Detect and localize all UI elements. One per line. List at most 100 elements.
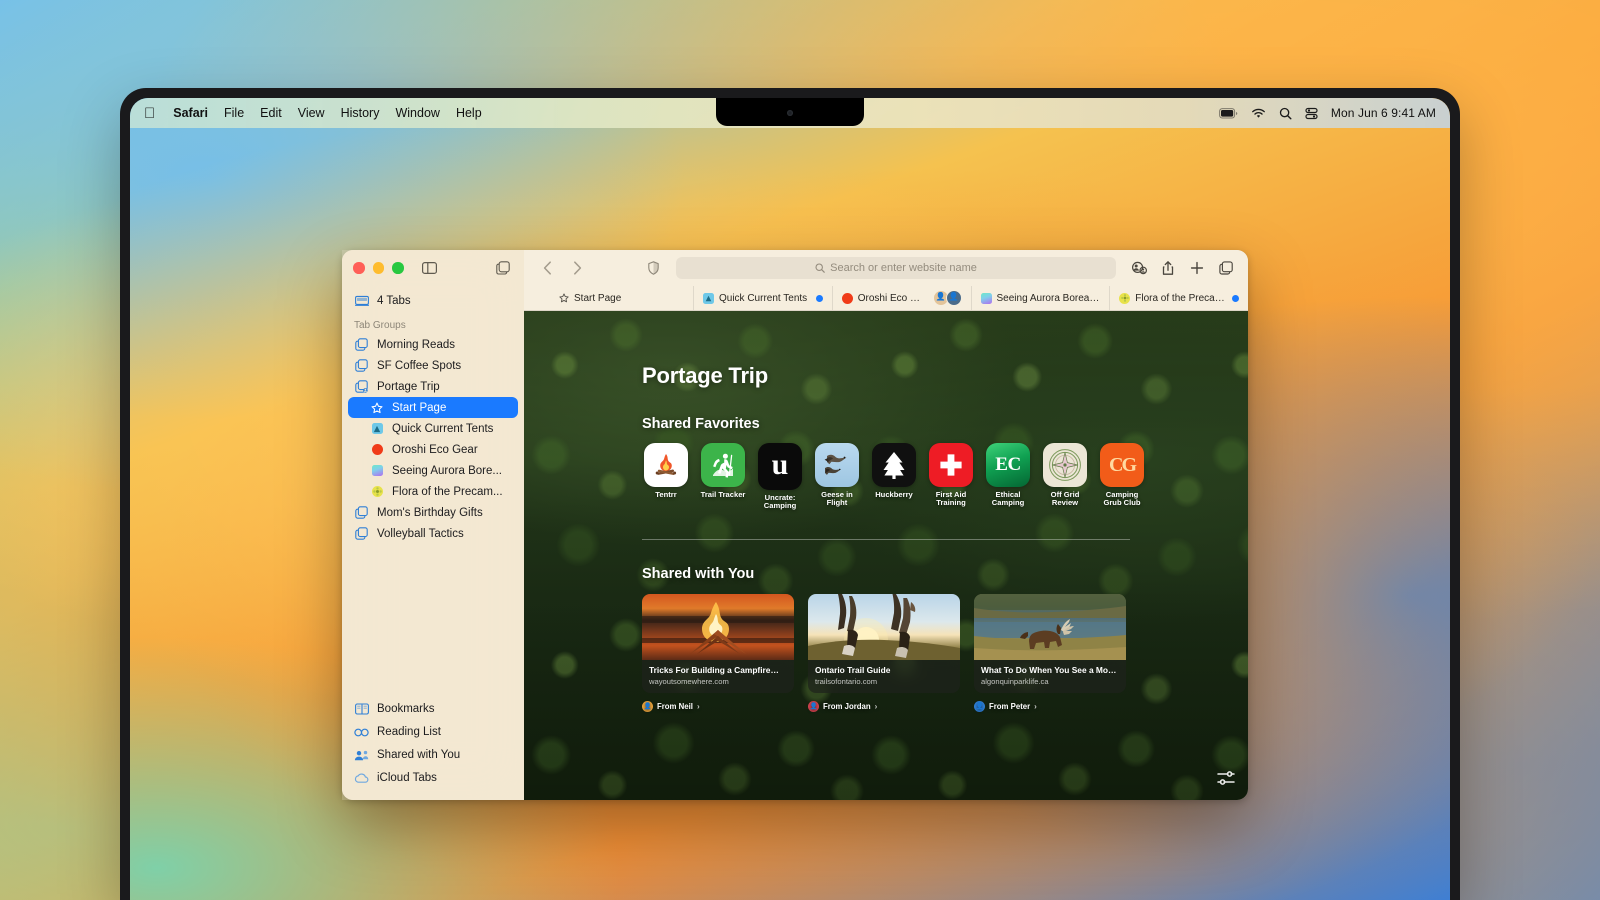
sender-label: From Jordan (823, 701, 871, 711)
sidebar-item-portage-trip[interactable]: Portage Trip (348, 376, 518, 397)
share-with-group-icon[interactable] (1128, 258, 1149, 279)
avatar: 👤 (974, 700, 985, 712)
shared-card-sender[interactable]: 👤 From Peter › (974, 700, 1126, 712)
menu-item-window[interactable]: Window (395, 106, 439, 120)
shared-with-you-list: Tricks For Building a Campfire—F... wayo… (642, 593, 1248, 712)
tab-oroshi-eco-gear[interactable]: Oroshi Eco Gear 👤 👤 (831, 286, 971, 310)
menu-item-view[interactable]: View (298, 106, 325, 120)
sidebar-item-moms-birthday-gifts[interactable]: Mom's Birthday Gifts (348, 502, 518, 523)
sidebar-toggle-icon[interactable] (420, 259, 440, 277)
favorite-label: Off Grid Review (1050, 490, 1080, 508)
chevron-right-icon: › (1034, 701, 1037, 711)
sidebar-item-sf-coffee-spots[interactable]: SF Coffee Spots (348, 355, 518, 376)
menu-item-edit[interactable]: Edit (260, 106, 282, 120)
shared-card-ontario-trail-guide[interactable]: Ontario Trail Guide trailsofontario.com … (808, 593, 960, 712)
sidebar-item-bookmarks[interactable]: Bookmarks (348, 698, 518, 720)
share-icon[interactable] (1157, 258, 1178, 279)
search-icon[interactable] (1279, 107, 1292, 120)
sidebar-item-label: Morning Reads (377, 338, 455, 351)
favorite-trail-tracker[interactable]: Trail Tracker (699, 443, 747, 511)
shared-card-url: trailsofontario.com (815, 676, 878, 686)
control-center-icon[interactable] (1305, 107, 1318, 120)
tab-group-shared-icon (354, 380, 369, 393)
tab-bar: Start Page Quick Current Tents Oroshi Ec… (524, 286, 1248, 311)
favicon-gradient (370, 465, 384, 476)
menu-item-help[interactable]: Help (456, 106, 482, 120)
sidebar-item-label: Shared with You (377, 749, 461, 761)
tab-label: Flora of the Precambi... (1135, 292, 1227, 304)
tab-label: Quick Current Tents (719, 292, 808, 304)
menu-item-safari[interactable]: Safari (173, 106, 208, 120)
new-tab-icon[interactable] (1186, 258, 1207, 279)
battery-icon[interactable] (1218, 107, 1238, 119)
facetime-camera (787, 110, 793, 116)
campfire-photo (642, 593, 794, 660)
avatar: 👤 (808, 700, 819, 712)
favorite-uncrate-camping[interactable]: u Uncrate: Camping (756, 443, 804, 511)
favorite-tentrr[interactable]: Tentrr (642, 443, 690, 511)
wifi-icon[interactable] (1251, 108, 1266, 119)
zoom-button[interactable] (392, 262, 404, 274)
forward-chevron-icon[interactable] (566, 257, 588, 279)
safari-toolbar: Search or enter website name (524, 250, 1248, 286)
favorite-off-grid-review[interactable]: Off Grid Review (1041, 443, 1089, 511)
elk-pond-photo (974, 593, 1126, 660)
letters-cg-icon: CG (1100, 443, 1144, 487)
address-bar[interactable]: Search or enter website name (676, 257, 1116, 279)
safari-sidebar: 4 Tabs Tab Groups Morning Reads SF Coffe… (342, 250, 524, 800)
letters-ec-icon: EC (986, 443, 1030, 487)
shared-card-title: What To Do When You See a Moo... (981, 664, 1119, 675)
menu-item-history[interactable]: History (341, 106, 380, 120)
sidebar-item-volleyball-tactics[interactable]: Volleyball Tactics (348, 523, 518, 544)
shared-card-campfire[interactable]: Tricks For Building a Campfire—F... wayo… (642, 593, 794, 712)
favorite-first-aid-training[interactable]: First Aid Training (927, 443, 975, 511)
sidebar-item-flora-precambrian[interactable]: Flora of the Precam... (348, 481, 518, 502)
tab-label: Seeing Aurora Boreali... (996, 292, 1101, 304)
macbook-device:  Safari File Edit View History Window H… (120, 88, 1460, 900)
favorite-geese-in-flight[interactable]: Geese in Flight (813, 443, 861, 511)
sidebar-item-quick-current-tents[interactable]: Quick Current Tents (348, 418, 518, 439)
chevron-right-icon: › (874, 701, 878, 711)
start-page-scroll[interactable]: Portage Trip Shared Favorites Tentrr Tra… (524, 311, 1248, 800)
new-tab-group-icon[interactable] (493, 259, 513, 277)
sidebar-item-label: Volleyball Tactics (377, 527, 464, 540)
tab-quick-current-tents[interactable]: Quick Current Tents (693, 286, 832, 310)
sidebar-item-morning-reads[interactable]: Morning Reads (348, 334, 518, 355)
sidebar-item-all-tabs[interactable]: 4 Tabs (348, 290, 518, 311)
sidebar-item-label: Quick Current Tents (392, 422, 494, 435)
section-divider (642, 538, 1130, 540)
sidebar-item-reading-list[interactable]: Reading List (348, 721, 518, 743)
sidebar-item-shared-with-you[interactable]: Shared with You (348, 744, 518, 766)
sidebar-titlebar (342, 250, 524, 286)
sidebar-item-oroshi-eco-gear[interactable]: Oroshi Eco Gear (348, 439, 518, 460)
tab-start-page[interactable]: Start Page (524, 286, 693, 310)
shared-card-moose[interactable]: What To Do When You See a Moo... algonqu… (974, 593, 1126, 712)
tab-label: Start Page (574, 292, 622, 304)
close-button[interactable] (353, 262, 365, 274)
privacy-shield-icon[interactable] (642, 257, 664, 279)
tab-badge-unread (1232, 294, 1239, 302)
tab-participants-avatars: 👤 👤 (932, 290, 962, 306)
apple-logo-icon[interactable]:  (144, 106, 155, 121)
shared-card-url: wayoutsomewhere.com (649, 676, 729, 686)
minimize-button[interactable] (372, 262, 384, 274)
back-chevron-icon[interactable] (536, 257, 558, 279)
sidebar-item-start-page[interactable]: Start Page (348, 397, 518, 418)
tab-overview-icon[interactable] (1215, 258, 1236, 279)
favicon-circle-red (370, 444, 384, 455)
shared-card-sender[interactable]: 👤 From Jordan › (808, 700, 960, 712)
tab-seeing-aurora-borealis[interactable]: Seeing Aurora Boreali... (970, 286, 1110, 310)
sliders-icon[interactable] (1216, 768, 1236, 788)
menu-bar-clock[interactable]: Mon Jun 6 9:41 AM (1331, 106, 1436, 120)
shared-card-title: Ontario Trail Guide (815, 664, 891, 675)
menu-item-file[interactable]: File (224, 106, 244, 120)
sidebar-item-seeing-aurora[interactable]: Seeing Aurora Bore... (348, 460, 518, 481)
avatar: 👤 (945, 290, 962, 306)
favorite-ethical-camping[interactable]: EC Ethical Camping (984, 443, 1032, 511)
tab-flora-of-the-precambrian[interactable]: Flora of the Precambi... (1109, 286, 1248, 310)
favorite-huckberry[interactable]: Huckberry (870, 443, 918, 511)
sidebar-item-label: Bookmarks (377, 703, 435, 715)
favorite-camping-grub-club[interactable]: CG Camping Grub Club (1098, 443, 1146, 511)
shared-card-sender[interactable]: 👤 From Neil › (642, 700, 794, 712)
sidebar-item-icloud-tabs[interactable]: iCloud Tabs (348, 767, 518, 789)
